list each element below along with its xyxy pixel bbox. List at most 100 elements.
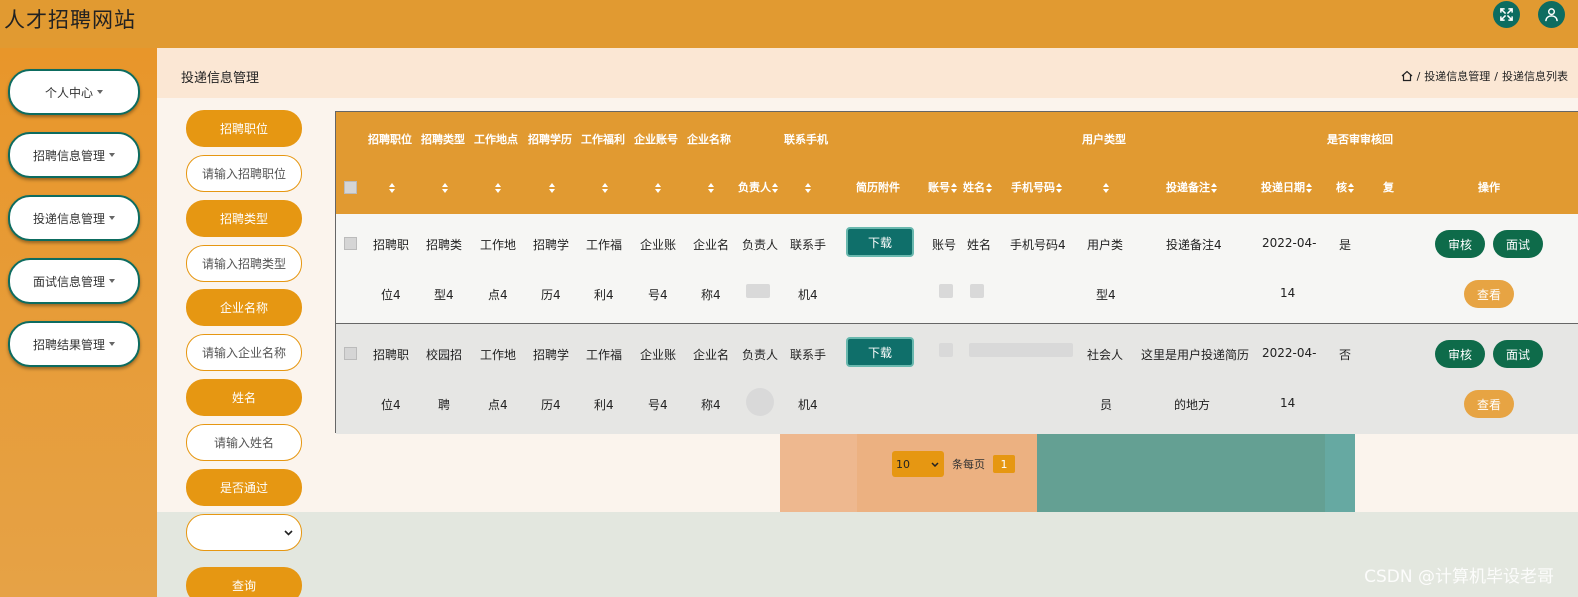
header-approved: 是否审 [1327, 133, 1360, 146]
chevron-down-icon [284, 529, 293, 536]
header-manager[interactable]: 负责人 [738, 179, 778, 195]
header-remark-label: 投递备注 [1166, 181, 1210, 194]
download-resume-button[interactable]: 下载 [846, 227, 914, 257]
caret-down-icon [109, 216, 115, 220]
breadcrumb-item: 投递信息列表 [1502, 70, 1568, 83]
cell-type: 招聘类 [426, 238, 463, 252]
cell-company-name-cont: 称4 [701, 288, 721, 302]
header-contact-phone: 联系手机 [784, 133, 828, 146]
interview-button[interactable]: 面试 [1493, 340, 1543, 368]
expand-icon [1500, 8, 1513, 21]
sidebar-item-label: 投递信息管理 [32, 211, 105, 226]
header-user-type: 用户类型 [1082, 133, 1126, 146]
header-approved-label: 核 [1336, 181, 1347, 194]
audit-button[interactable]: 审核 [1435, 230, 1485, 258]
fullscreen-button[interactable] [1493, 1, 1520, 28]
row-checkbox[interactable] [344, 237, 357, 250]
cell-position: 招聘职 [373, 238, 410, 252]
sort-icon[interactable] [494, 181, 501, 194]
cell-company-account-cont: 号4 [648, 288, 668, 302]
top-bar: 人才招聘网站 [0, 0, 1578, 48]
header-company-account: 企业账号 [634, 133, 678, 146]
header-review-reply: 审核回 [1360, 133, 1393, 146]
caret-down-icon [109, 153, 115, 157]
watermark: CSDN @计算机毕设老哥 [1364, 567, 1554, 587]
cell-education: 招聘学 [533, 348, 570, 362]
cell-position: 招聘职 [373, 348, 410, 362]
page-size-select[interactable]: 10 [892, 451, 944, 477]
header-remark[interactable]: 投递备注 [1166, 179, 1217, 195]
cell-delivery-date-cont: 14 [1280, 286, 1296, 300]
sort-icon[interactable] [654, 181, 661, 194]
sidebar-item-label: 招聘结果管理 [32, 337, 105, 352]
header-delivery-date-label: 投递日期 [1261, 181, 1305, 194]
sidebar-item-delivery-info[interactable]: 投递信息管理 [8, 195, 140, 241]
cell-benefits: 工作福 [586, 238, 623, 252]
position-input[interactable]: 请输入招聘职位 [186, 155, 302, 192]
sort-icon[interactable] [548, 181, 555, 194]
table-row: 招聘职 招聘类 工作地 招聘学 工作福 企业账 企业名 负责人 联系手 下载 账… [336, 214, 1578, 324]
sort-icon[interactable] [804, 181, 811, 194]
cell-contact-phone: 联系手 [790, 238, 827, 252]
interview-button[interactable]: 面试 [1493, 230, 1543, 258]
select-all-checkbox[interactable] [344, 181, 357, 194]
blurred-content [939, 284, 953, 298]
query-button[interactable]: 查询 [186, 567, 302, 597]
header-account[interactable]: 账号 [928, 179, 957, 195]
cell-benefits-cont: 利4 [594, 288, 614, 302]
header-name[interactable]: 姓名 [963, 179, 992, 195]
view-button[interactable]: 查看 [1464, 280, 1514, 308]
cell-type-cont: 聘 [438, 398, 451, 412]
blurred-content [746, 284, 770, 298]
cell-location-cont: 点4 [488, 398, 508, 412]
sidebar-item-recruitment-result[interactable]: 招聘结果管理 [8, 321, 140, 367]
header-phone[interactable]: 手机号码 [1011, 179, 1062, 195]
sort-icon[interactable] [601, 181, 608, 194]
page-title: 投递信息管理 [181, 71, 260, 86]
sidebar-item-interview-info[interactable]: 面试信息管理 [8, 258, 140, 304]
cell-phone: 手机号码4 [1010, 238, 1066, 252]
site-title: 人才招聘网站 [4, 8, 136, 32]
cell-company-name: 企业名 [693, 238, 730, 252]
header-account-label: 账号 [928, 181, 950, 194]
sort-icon[interactable] [1102, 181, 1109, 194]
page-number-button[interactable]: 1 [993, 455, 1015, 473]
sidebar-item-label: 个人中心 [44, 85, 93, 100]
sort-icon[interactable] [707, 181, 714, 194]
view-button[interactable]: 查看 [1464, 390, 1514, 418]
user-button[interactable] [1538, 1, 1565, 28]
cell-education-cont: 历4 [541, 288, 561, 302]
download-resume-button[interactable]: 下载 [846, 337, 914, 367]
table-header: 招聘职位 招聘类型 工作地点 招聘学历 工作福利 企业账号 企业名称 联系手机 … [336, 112, 1578, 214]
sidebar-item-recruitment-info[interactable]: 招聘信息管理 [8, 132, 140, 178]
cell-company-account: 企业账 [640, 238, 677, 252]
cell-company-account-cont: 号4 [648, 398, 668, 412]
cell-contact-phone: 联系手 [790, 348, 827, 362]
blurred-content [970, 284, 984, 298]
cell-remark: 这里是用户投递简历 [1141, 348, 1250, 362]
audit-button[interactable]: 审核 [1435, 340, 1485, 368]
cell-type-cont: 型4 [434, 288, 454, 302]
cell-company-name: 企业名 [693, 348, 730, 362]
sidebar-item-label: 招聘信息管理 [32, 148, 105, 163]
caret-down-icon [97, 90, 103, 94]
sort-icon[interactable] [388, 181, 395, 194]
cell-user-type-cont: 员 [1100, 398, 1113, 412]
header-education: 招聘学历 [528, 133, 572, 146]
cell-company-name-cont: 称4 [701, 398, 721, 412]
header-approved-cont[interactable]: 核 [1336, 179, 1354, 195]
type-input[interactable]: 请输入招聘类型 [186, 245, 302, 282]
header-delivery-date[interactable]: 投递日期 [1261, 179, 1312, 195]
sidebar-item-personal-center[interactable]: 个人中心 [8, 69, 140, 115]
breadcrumb-item[interactable]: 投递信息管理 [1424, 68, 1490, 84]
sort-icon[interactable] [441, 181, 448, 194]
row-checkbox[interactable] [344, 347, 357, 360]
blurred-content [969, 343, 1073, 357]
cell-manager: 负责人 [742, 348, 779, 362]
name-input[interactable]: 请输入姓名 [186, 424, 302, 461]
company-input[interactable]: 请输入企业名称 [186, 334, 302, 371]
header-company-name: 企业名称 [687, 133, 731, 146]
cell-delivery-date-cont: 14 [1280, 396, 1296, 410]
home-icon[interactable] [1401, 70, 1413, 82]
pass-select[interactable] [186, 514, 302, 551]
